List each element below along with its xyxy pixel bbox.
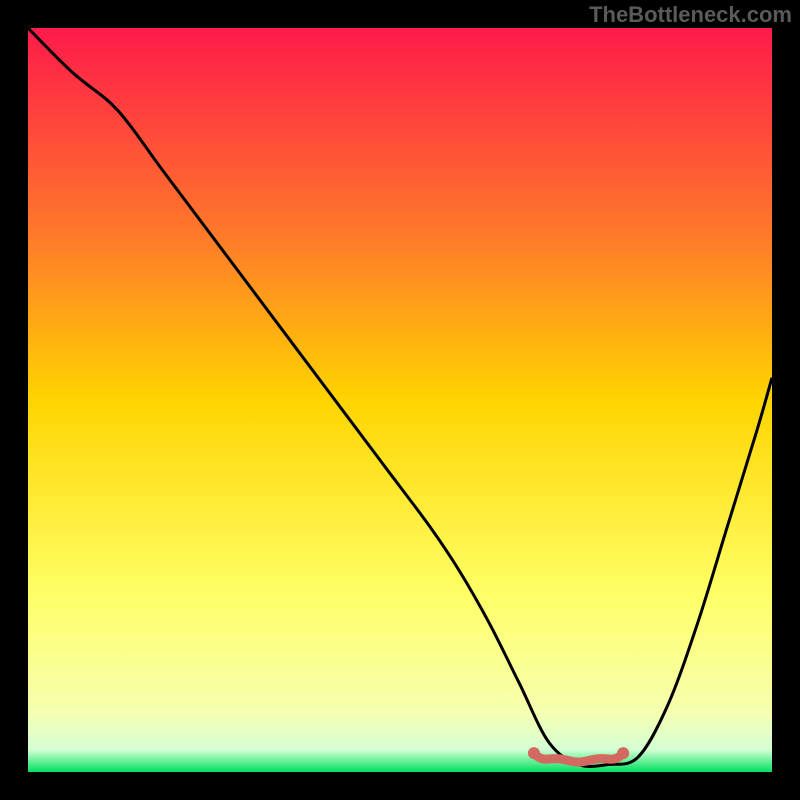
chart-area	[28, 28, 772, 772]
bottleneck-chart	[28, 28, 772, 772]
flat-region-dot-left	[528, 747, 540, 759]
flat-region-dot-right	[617, 747, 629, 759]
watermark: TheBottleneck.com	[589, 2, 792, 28]
